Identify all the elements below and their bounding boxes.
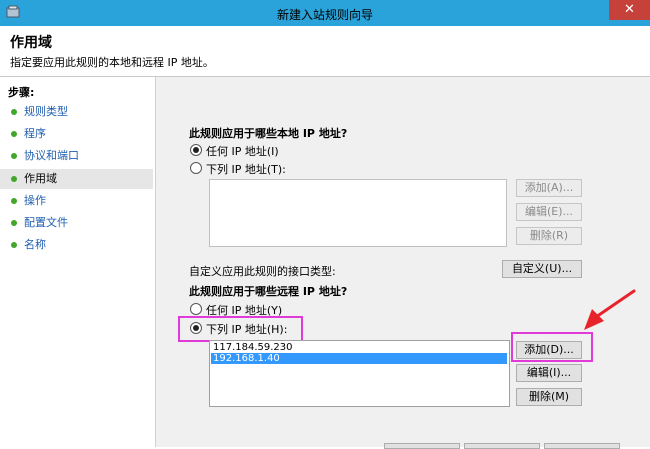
steps-pane: 步骤: 规则类型 程序 协议和端口 作用域 操作 配置文件 名称: [0, 77, 156, 447]
step-bullet-icon: [11, 109, 17, 115]
step-bullet-icon: [11, 153, 17, 159]
window-title: 新建入站规则向导: [276, 8, 373, 22]
local-list-label: 下列 IP 地址(T):: [206, 163, 286, 176]
cancel-button[interactable]: [544, 443, 620, 449]
remote-edit-button[interactable]: 编辑(I)...: [516, 364, 582, 382]
ip-list-item-selected[interactable]: 192.168.1.40: [211, 353, 507, 364]
step-bullet-icon: [11, 131, 17, 137]
close-button[interactable]: ✕: [609, 0, 650, 20]
main-pane: 此规则应用于哪些本地 IP 地址? 任何 IP 地址(I) 下列 IP 地址(T…: [156, 77, 650, 449]
local-edit-button[interactable]: 编辑(E)...: [516, 203, 582, 221]
step-rule-type[interactable]: 规则类型: [0, 102, 153, 122]
step-program[interactable]: 程序: [0, 124, 153, 144]
back-button[interactable]: [384, 443, 460, 449]
interface-type-label: 自定义应用此规则的接口类型:: [189, 265, 336, 278]
next-button[interactable]: [464, 443, 540, 449]
page-description: 指定要应用此规则的本地和远程 IP 地址。: [10, 56, 214, 69]
local-ip-list[interactable]: [209, 179, 507, 247]
step-protocol-port[interactable]: 协议和端口: [0, 146, 153, 166]
customize-interface-button[interactable]: 自定义(U)...: [502, 260, 582, 278]
step-scope[interactable]: 作用域: [0, 169, 153, 189]
wizard-header: 作用域 指定要应用此规则的本地和远程 IP 地址。: [0, 26, 650, 77]
local-add-button[interactable]: 添加(A)...: [516, 179, 582, 197]
step-bullet-icon: [11, 176, 17, 182]
local-list-radio[interactable]: [190, 162, 202, 174]
step-bullet-icon: [11, 220, 17, 226]
step-profile[interactable]: 配置文件: [0, 213, 153, 233]
remote-ip-heading: 此规则应用于哪些远程 IP 地址?: [189, 285, 348, 298]
steps-title: 步骤:: [8, 86, 35, 99]
step-action[interactable]: 操作: [0, 191, 153, 211]
remote-ip-list[interactable]: 117.184.59.230 192.168.1.40: [209, 340, 510, 407]
remote-any-radio[interactable]: [190, 303, 202, 315]
local-any-radio[interactable]: [190, 144, 202, 156]
local-remove-button[interactable]: 删除(R): [516, 227, 582, 245]
remote-list-label: 下列 IP 地址(H):: [206, 323, 288, 336]
remote-add-button[interactable]: 添加(D)...: [516, 341, 582, 359]
remote-list-radio[interactable]: [190, 322, 202, 334]
step-bullet-icon: [11, 242, 17, 248]
annotation-arrow-icon: [584, 289, 636, 330]
local-any-label: 任何 IP 地址(I): [206, 145, 279, 158]
local-ip-heading: 此规则应用于哪些本地 IP 地址?: [189, 127, 348, 140]
step-bullet-icon: [11, 198, 17, 204]
step-name[interactable]: 名称: [0, 235, 153, 255]
remote-remove-button[interactable]: 删除(M): [516, 388, 582, 406]
ip-list-item[interactable]: 117.184.59.230: [211, 342, 507, 353]
page-title: 作用域: [10, 35, 52, 51]
